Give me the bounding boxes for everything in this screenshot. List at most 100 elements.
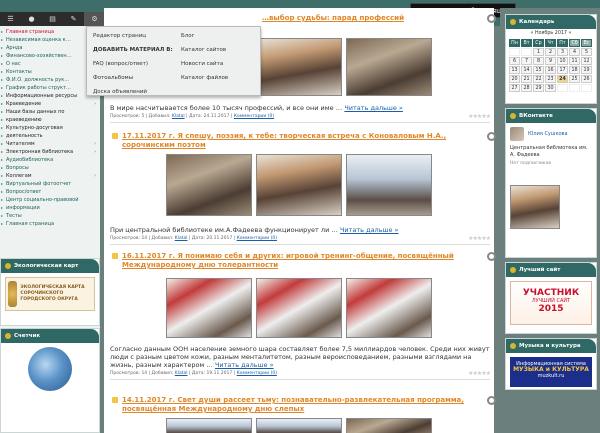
- calendar-day[interactable]: 7: [521, 57, 532, 65]
- post-title-text[interactable]: …выбор судьбы: парад профессий: [262, 14, 404, 22]
- avatar[interactable]: [510, 127, 524, 141]
- nav-item[interactable]: Краеведение›: [0, 101, 100, 109]
- comments-link[interactable]: Комментарии (0): [237, 371, 277, 376]
- comments-link[interactable]: Комментарии (0): [234, 114, 274, 119]
- calendar-day[interactable]: 3: [557, 48, 568, 56]
- calendar-day[interactable]: 22: [533, 75, 544, 83]
- nav-item[interactable]: Финансово-хозяйствен…: [0, 53, 100, 61]
- author-link[interactable]: Klatal: [175, 236, 188, 241]
- gear-icon[interactable]: [487, 252, 496, 261]
- dropdown-item[interactable]: Редактор страниц: [93, 33, 173, 47]
- menu-icon[interactable]: ☰: [0, 12, 21, 26]
- calendar-day[interactable]: 13: [509, 66, 520, 74]
- nav-item[interactable]: Вопросы: [0, 165, 100, 173]
- dropdown-item[interactable]: Каталог сайтов: [181, 47, 228, 61]
- post-photo[interactable]: [166, 154, 252, 216]
- nav-item[interactable]: Тесты: [0, 213, 100, 221]
- dropdown-item[interactable]: FAQ (вопрос/ответ): [93, 61, 173, 75]
- post-photo[interactable]: [346, 278, 432, 338]
- nav-item[interactable]: Читателям ›: [0, 141, 100, 149]
- gear-icon[interactable]: [487, 14, 496, 23]
- vk-photo[interactable]: [510, 185, 560, 229]
- vk-name[interactable]: Юлия Сушкова: [528, 131, 568, 137]
- settings-icon[interactable]: ⚙: [84, 12, 105, 26]
- dropdown-item[interactable]: Фотоальбомы: [93, 75, 173, 89]
- calendar-day[interactable]: 2: [545, 48, 556, 56]
- best-site-banner[interactable]: УЧАСТНИК ЛУЧШИЙ САЙТ 2015: [510, 281, 592, 325]
- nav-item[interactable]: Аудиобиблиотека: [0, 157, 100, 165]
- nav-item[interactable]: Арнда: [0, 45, 100, 53]
- calendar-day[interactable]: 5: [581, 48, 592, 56]
- calendar-day[interactable]: 18: [569, 66, 580, 74]
- nav-item[interactable]: краеведению: [0, 117, 100, 125]
- read-more-link[interactable]: Читать дальше »: [215, 361, 274, 369]
- nav-item[interactable]: О нас: [0, 61, 100, 69]
- nav-item[interactable]: Ф.И.О. должность рук…: [0, 77, 100, 85]
- nav-item[interactable]: График работы структ…: [0, 85, 100, 93]
- eco-map-banner[interactable]: ЭКОЛОГИЧЕСКАЯ КАРТА СОРОЧИНСКОГО ГОРОДСК…: [5, 277, 95, 311]
- author-link[interactable]: Klatal: [172, 114, 185, 119]
- dropdown-item[interactable]: Каталог файлов: [181, 75, 228, 89]
- calendar-day[interactable]: 17: [557, 66, 568, 74]
- music-culture-banner[interactable]: Информационная система МУЗЫКА и КУЛЬТУРА…: [510, 357, 592, 387]
- calendar-day[interactable]: 11: [569, 57, 580, 65]
- rating-stars[interactable]: ★★★★★: [468, 235, 491, 242]
- calendar-day[interactable]: 24: [557, 75, 568, 83]
- calendar-day[interactable]: 30: [545, 84, 556, 92]
- nav-item[interactable]: Информационные ресурсы›: [0, 93, 100, 101]
- calendar-day[interactable]: 25: [569, 75, 580, 83]
- post-title[interactable]: 16.11.2017 г. Я понимаю себя и других: и…: [110, 252, 496, 270]
- dropdown-item[interactable]: Блог: [181, 33, 228, 47]
- read-more-link[interactable]: Читать дальше »: [340, 226, 399, 234]
- nav-item[interactable]: Наши базы данных по: [0, 109, 100, 117]
- comments-link[interactable]: Комментарии (0): [237, 236, 277, 241]
- dropdown-item[interactable]: Новости сайта: [181, 61, 228, 75]
- post-photo[interactable]: [256, 418, 342, 433]
- post-title[interactable]: 17.11.2017 г. Я спешу, поэзия, к тебе: т…: [110, 132, 496, 150]
- calendar-day[interactable]: 29: [533, 84, 544, 92]
- calendar-day[interactable]: 26: [581, 75, 592, 83]
- calendar-day[interactable]: 15: [533, 66, 544, 74]
- calendar-day[interactable]: 9: [545, 57, 556, 65]
- post-title-text[interactable]: 17.11.2017 г. Я спешу, поэзия, к тебе: т…: [122, 132, 446, 149]
- calendar-day[interactable]: 12: [581, 57, 592, 65]
- post-photo[interactable]: [166, 418, 252, 433]
- nav-item[interactable]: информации: [0, 205, 100, 213]
- gear-icon[interactable]: [487, 132, 496, 141]
- page-icon[interactable]: ▤: [42, 12, 63, 26]
- post-photo[interactable]: [256, 38, 342, 96]
- calendar-day[interactable]: 19: [581, 66, 592, 74]
- calendar-day[interactable]: 16: [545, 66, 556, 74]
- post-photo[interactable]: [256, 154, 342, 216]
- calendar-day[interactable]: 28: [521, 84, 532, 92]
- post-photo[interactable]: [256, 278, 342, 338]
- nav-item[interactable]: Электронная библиотека ›: [0, 149, 100, 157]
- gear-icon[interactable]: [487, 396, 496, 405]
- calendar-day[interactable]: 14: [521, 66, 532, 74]
- vk-profile[interactable]: Юлия Сушкова: [506, 123, 596, 145]
- nav-item[interactable]: Культурно-досуговая: [0, 125, 100, 133]
- post-title[interactable]: …выбор судьбы: парад профессий: [110, 14, 496, 23]
- post-photo[interactable]: [346, 418, 432, 433]
- calendar-day[interactable]: 21: [521, 75, 532, 83]
- rating-stars[interactable]: ★★★★★: [468, 370, 491, 377]
- nav-item[interactable]: Контакты: [0, 69, 100, 77]
- calendar-day[interactable]: 6: [509, 57, 520, 65]
- calendar-day[interactable]: 4: [569, 48, 580, 56]
- post-photo[interactable]: [166, 278, 252, 338]
- calendar-day[interactable]: 1: [533, 48, 544, 56]
- post-photo[interactable]: [346, 38, 432, 96]
- globe-counter-icon[interactable]: [28, 347, 72, 391]
- rating-stars[interactable]: ★★★★★: [468, 113, 491, 120]
- post-title[interactable]: 14.11.2017 г. Свет души рассеет тьму: по…: [110, 396, 496, 414]
- read-more-link[interactable]: Читать дальше »: [344, 104, 403, 112]
- author-link[interactable]: Klatal: [175, 371, 188, 376]
- calendar-month-nav[interactable]: « Ноябрь 2017 »: [509, 31, 593, 39]
- calendar-day[interactable]: 23: [545, 75, 556, 83]
- calendar-day[interactable]: 20: [509, 75, 520, 83]
- pencil-icon[interactable]: ✎: [63, 12, 84, 26]
- nav-item[interactable]: Вопрос/ответ: [0, 189, 100, 197]
- nav-item-home[interactable]: Главная страница: [0, 29, 100, 37]
- nav-item[interactable]: Виртуальный фотоотчет: [0, 181, 100, 189]
- nav-item[interactable]: деятельность: [0, 133, 100, 141]
